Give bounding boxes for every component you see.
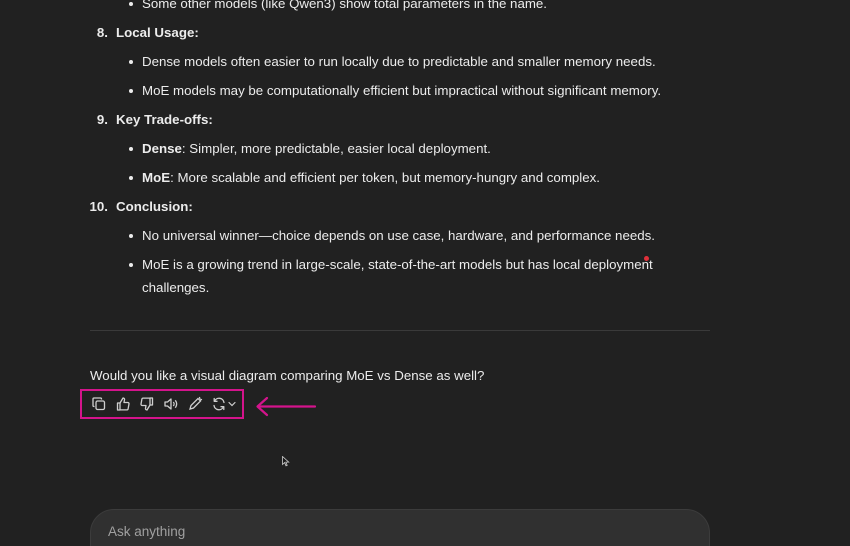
annotation-arrow-icon [256,396,317,417]
composer [90,509,710,546]
bullet-dot [129,234,133,238]
section-heading: Local Usage: [116,25,199,40]
edit-button[interactable] [186,396,203,413]
list-number: 8. [96,25,108,40]
follow-up-question: Would you like a visual diagram comparin… [90,368,485,383]
bullet-dot [129,2,133,6]
section-heading: Conclusion: [116,199,193,214]
cursor-dot [644,256,649,261]
chat-page: Some other models (like Qwen3) show tota… [0,0,850,546]
section-heading: Key Trade-offs: [116,112,213,127]
read-aloud-button[interactable] [162,396,179,413]
bold-term: Dense [142,141,182,156]
bullet-text: MoE models may be computationally effici… [142,83,662,98]
message-action-bar [80,389,244,419]
bullet-dot [129,60,133,64]
bullet-text-continuation: challenges. [142,280,210,295]
bullet-text: Some other models (like Qwen3) show tota… [142,0,548,11]
edit-icon [188,396,202,410]
bullet-dot [129,147,133,151]
read-aloud-icon [163,398,177,410]
mouse-pointer-icon [282,456,290,467]
bullet-dot [129,176,133,180]
thumbs-up-icon [116,397,130,411]
bullet-rest: : Simpler, more predictable, easier loca… [181,141,491,156]
chevron-down-icon [227,401,236,407]
good-response-button[interactable] [114,396,131,413]
copy-icon [91,397,105,411]
bullet-text: MoE is a growing trend in large-scale, s… [142,257,653,272]
bullet-text: Dense: Simpler, more predictable, easier… [142,140,491,158]
bold-term: MoE [142,170,171,185]
bullet-text: Dense models often easier to run locally… [142,54,656,69]
bullet-rest: : More scalable and efficient per token,… [170,170,600,185]
bullet-text: No universal winner—choice depends on us… [142,228,655,243]
bullet-text: MoE: More scalable and efficient per tok… [142,169,600,187]
list-number: 9. [96,112,108,127]
bullet-dot [129,263,133,267]
regenerate-icon [212,397,225,411]
regenerate-button[interactable] [210,396,236,413]
bad-response-button[interactable] [138,396,155,413]
copy-button[interactable] [90,396,107,413]
divider [90,330,710,331]
bullet-dot [129,89,133,93]
thumbs-down-icon [139,397,153,411]
list-number: 10. [89,199,109,214]
prompt-input[interactable] [106,523,670,540]
